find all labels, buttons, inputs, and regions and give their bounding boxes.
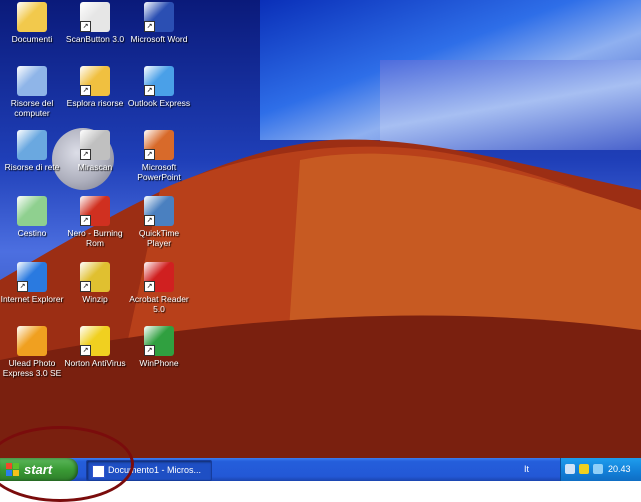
desktop-icon[interactable]: ↗ Mirascan bbox=[63, 130, 127, 172]
desktop-icon[interactable]: ↗ Microsoft Word bbox=[127, 2, 191, 44]
winphone-icon: ↗ bbox=[144, 326, 174, 356]
shortcut-arrow-icon: ↗ bbox=[80, 149, 91, 160]
computer-icon bbox=[17, 66, 47, 96]
desktop-icon-label: Mirascan bbox=[77, 162, 113, 172]
desktop-icon-label: ScanButton 3.0 bbox=[65, 34, 125, 44]
desktop-icon[interactable]: Ulead Photo Express 3.0 SE bbox=[0, 326, 64, 378]
taskbar-item-word-document[interactable]: Documento1 - Micros... bbox=[86, 460, 212, 481]
system-tray: 20.43 bbox=[560, 458, 641, 481]
shortcut-arrow-icon: ↗ bbox=[144, 215, 155, 226]
desktop-icon[interactable]: Cestino bbox=[0, 196, 64, 238]
shortcut-arrow-icon: ↗ bbox=[80, 345, 91, 356]
desktop-icon-label: Microsoft Word bbox=[130, 34, 188, 44]
desktop-icon[interactable]: ↗ Internet Explorer bbox=[0, 262, 64, 304]
shortcut-arrow-icon: ↗ bbox=[17, 281, 28, 292]
internet-explorer-icon: ↗ bbox=[17, 262, 47, 292]
quicktime-icon: ↗ bbox=[144, 196, 174, 226]
clock: 20.43 bbox=[608, 464, 631, 474]
desktop-icon[interactable]: ↗ Microsoft PowerPoint bbox=[127, 130, 191, 182]
desktop-icon-label: Ulead Photo Express 3.0 SE bbox=[2, 358, 62, 378]
desktop-icon-label: Documenti bbox=[11, 34, 53, 44]
desktop-icon[interactable]: Risorse di rete bbox=[0, 130, 64, 172]
shortcut-arrow-icon: ↗ bbox=[80, 215, 91, 226]
desktop-icon[interactable]: ↗ Outlook Express bbox=[127, 66, 191, 108]
shortcut-arrow-icon: ↗ bbox=[144, 345, 155, 356]
desktop-icon[interactable]: Risorse del computer bbox=[0, 66, 64, 118]
desktop-icon[interactable]: ↗ Winzip bbox=[63, 262, 127, 304]
desktop-icon[interactable]: ↗ Norton AntiVirus bbox=[63, 326, 127, 368]
scanner-icon: ↗ bbox=[80, 2, 110, 32]
shortcut-arrow-icon: ↗ bbox=[144, 85, 155, 96]
network-icon bbox=[17, 130, 47, 160]
desktop-icon-label: Cestino bbox=[17, 228, 47, 238]
network-tray-icon[interactable] bbox=[565, 464, 575, 474]
desktop-icon-label: Norton AntiVirus bbox=[64, 358, 126, 368]
desktop-icon[interactable]: Documenti bbox=[0, 2, 64, 44]
desktop-icon-label: Acrobat Reader 5.0 bbox=[129, 294, 189, 314]
mirascan-icon: ↗ bbox=[80, 130, 110, 160]
language-indicator[interactable]: It bbox=[524, 458, 529, 481]
ulead-icon bbox=[17, 326, 47, 356]
shortcut-arrow-icon: ↗ bbox=[80, 85, 91, 96]
shortcut-arrow-icon: ↗ bbox=[144, 281, 155, 292]
start-label: start bbox=[24, 462, 53, 477]
outlook-express-icon: ↗ bbox=[144, 66, 174, 96]
desktop-icon-label: Outlook Express bbox=[127, 98, 191, 108]
shortcut-arrow-icon: ↗ bbox=[144, 149, 155, 160]
desktop-icon[interactable]: ↗ WinPhone bbox=[127, 326, 191, 368]
desktop-icon-label: Winzip bbox=[82, 294, 108, 304]
taskbar-item-label: Documento1 - Micros... bbox=[108, 465, 202, 475]
desktop-icon-label: Risorse di rete bbox=[4, 162, 60, 172]
powerpoint-icon: ↗ bbox=[144, 130, 174, 160]
word-icon: ↗ bbox=[144, 2, 174, 32]
folder-documents-icon bbox=[17, 2, 47, 32]
desktop-icon[interactable]: ↗ Nero - Burning Rom bbox=[63, 196, 127, 248]
recycle-bin-icon bbox=[17, 196, 47, 226]
explorer-icon: ↗ bbox=[80, 66, 110, 96]
windows-logo-icon bbox=[6, 463, 19, 476]
winzip-icon: ↗ bbox=[80, 262, 110, 292]
desktop-icon-label: Esplora risorse bbox=[66, 98, 124, 108]
shortcut-arrow-icon: ↗ bbox=[80, 21, 91, 32]
desktop-icon-label: Internet Explorer bbox=[0, 294, 64, 304]
word-document-icon bbox=[92, 465, 105, 478]
antivirus-tray-icon[interactable] bbox=[579, 464, 589, 474]
desktop-icon-label: Nero - Burning Rom bbox=[67, 228, 123, 248]
desktop-icon-label: QuickTime Player bbox=[138, 228, 180, 248]
shortcut-arrow-icon: ↗ bbox=[144, 21, 155, 32]
desktop-background: Documenti ↗ ScanButton 3.0 ↗ Microsoft Word R… bbox=[0, 0, 641, 458]
desktop-icon[interactable]: ↗ Acrobat Reader 5.0 bbox=[127, 262, 191, 314]
desktop-icon[interactable]: ↗ Esplora risorse bbox=[63, 66, 127, 108]
acrobat-icon: ↗ bbox=[144, 262, 174, 292]
desktop-icon[interactable]: ↗ QuickTime Player bbox=[127, 196, 191, 248]
norton-icon: ↗ bbox=[80, 326, 110, 356]
volume-tray-icon[interactable] bbox=[593, 464, 603, 474]
desktop-icon-label: WinPhone bbox=[139, 358, 179, 368]
start-button[interactable]: start bbox=[0, 458, 78, 481]
shortcut-arrow-icon: ↗ bbox=[80, 281, 91, 292]
nero-icon: ↗ bbox=[80, 196, 110, 226]
desktop-icon-label: Microsoft PowerPoint bbox=[137, 162, 181, 182]
desktop-icon[interactable]: ↗ ScanButton 3.0 bbox=[63, 2, 127, 44]
taskbar: start Documento1 - Micros... It 20.43 bbox=[0, 458, 641, 481]
desktop-icon-label: Risorse del computer bbox=[10, 98, 54, 118]
